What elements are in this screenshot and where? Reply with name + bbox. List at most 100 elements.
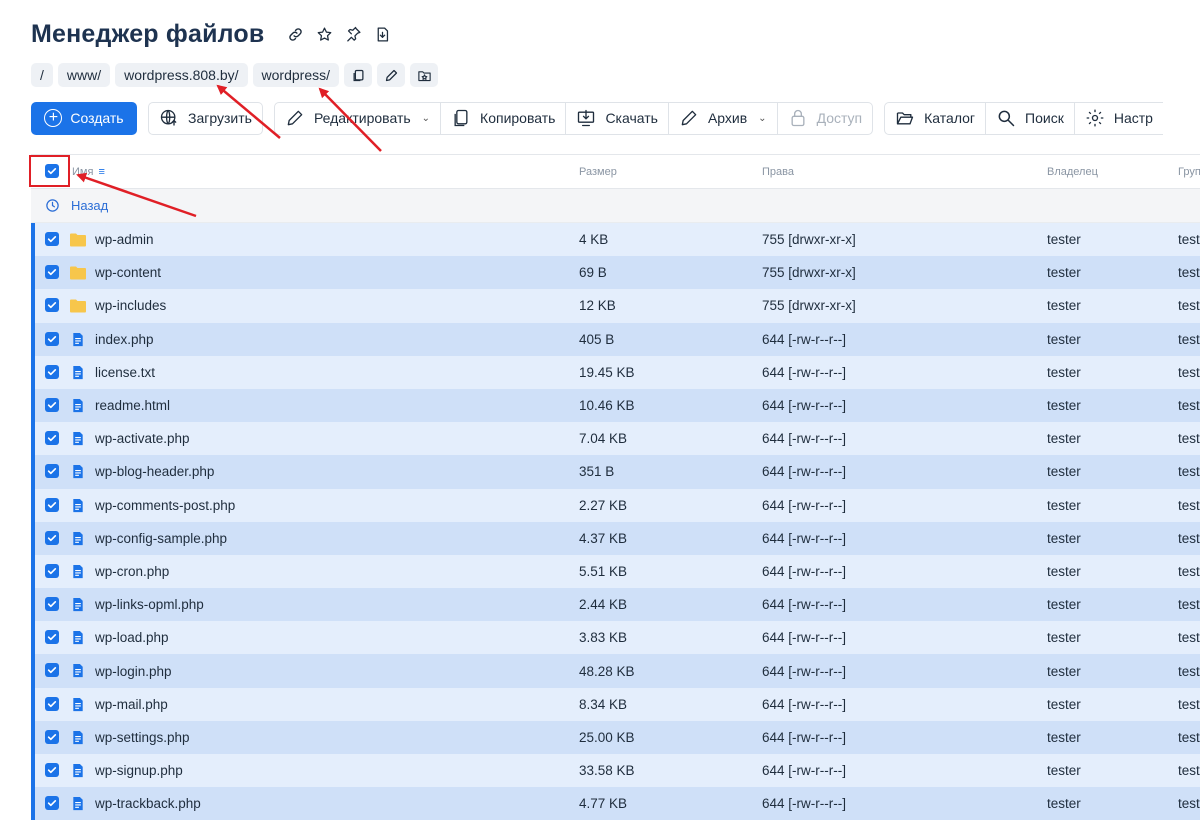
file-perms[interactable]: 644 [-rw-r--r--] — [762, 688, 846, 721]
file-perms[interactable]: 644 [-rw-r--r--] — [762, 754, 846, 787]
column-perms[interactable]: Права — [762, 155, 794, 188]
star-icon[interactable] — [315, 25, 334, 44]
link-icon[interactable] — [286, 25, 305, 44]
table-row[interactable]: wp-admin 4 KB 755 [drwxr-xr-x] tester test — [31, 223, 1200, 257]
file-name[interactable]: wp-signup.php — [95, 754, 183, 787]
table-row[interactable]: wp-login.php 48.28 KB 644 [-rw-r--r--] test… — [31, 654, 1200, 688]
row-checkbox[interactable] — [45, 497, 59, 512]
create-button[interactable]: + Создать — [31, 101, 137, 135]
table-row[interactable]: wp-links-opml.php 2.44 KB 644 [-rw-r--r--]… — [31, 588, 1200, 622]
edit-path-button[interactable] — [377, 63, 405, 87]
table-row[interactable]: readme.html 10.46 KB 644 [-rw-r--r--] teste… — [31, 388, 1200, 423]
file-name[interactable]: wp-cron.php — [95, 555, 169, 588]
column-owner[interactable]: Владелец — [1047, 155, 1098, 188]
copy-path-button[interactable] — [344, 63, 372, 87]
row-checkbox[interactable] — [45, 630, 59, 645]
row-checkbox[interactable] — [45, 364, 59, 379]
back-row[interactable]: Назад — [31, 189, 1200, 223]
column-group[interactable]: Груп — [1178, 155, 1200, 188]
doc-download-icon[interactable] — [373, 25, 392, 44]
row-checkbox[interactable] — [45, 563, 59, 578]
row-checkbox[interactable] — [45, 663, 59, 678]
file-perms[interactable]: 755 [drwxr-xr-x] — [762, 223, 856, 256]
favorite-path-button[interactable] — [410, 63, 438, 87]
file-perms[interactable]: 644 [-rw-r--r--] — [762, 721, 846, 754]
row-checkbox[interactable] — [45, 763, 59, 777]
table-row[interactable]: wp-blog-header.php 351 B 644 [-rw-r--r--] t… — [31, 455, 1200, 489]
table-row[interactable]: wp-signup.php 33.58 KB 644 [-rw-r--r--] tes… — [31, 754, 1200, 788]
row-checkbox[interactable] — [45, 331, 59, 346]
file-perms[interactable]: 644 [-rw-r--r--] — [762, 489, 846, 522]
copy-button[interactable]: Копировать — [440, 102, 565, 134]
table-row[interactable]: wp-comments-post.php 2.27 KB 644 [-rw-r--r… — [31, 488, 1200, 522]
table-row[interactable]: wp-settings.php 25.00 KB 644 [-rw-r--r--] t… — [31, 720, 1200, 754]
file-perms[interactable]: 644 [-rw-r--r--] — [762, 588, 846, 621]
table-row[interactable]: wp-mail.php 8.34 KB 644 [-rw-r--r--] tester… — [31, 687, 1200, 721]
file-name[interactable]: wp-settings.php — [95, 721, 190, 754]
file-perms[interactable]: 644 [-rw-r--r--] — [762, 555, 846, 588]
file-perms[interactable]: 644 [-rw-r--r--] — [762, 522, 846, 555]
file-name[interactable]: license.txt — [95, 356, 155, 389]
file-name[interactable]: index.php — [95, 323, 154, 356]
file-name[interactable]: wp-activate.php — [95, 422, 190, 455]
table-row[interactable]: wp-content 69 B 755 [drwxr-xr-x] tester test — [31, 256, 1200, 290]
catalog-button[interactable]: Каталог — [885, 103, 985, 134]
file-name[interactable]: wp-blog-header.php — [95, 455, 214, 488]
file-name[interactable]: readme.html — [95, 389, 170, 422]
row-checkbox[interactable] — [45, 796, 59, 811]
row-checkbox[interactable] — [45, 597, 59, 612]
access-button[interactable]: Доступ — [776, 102, 873, 134]
table-row[interactable]: wp-load.php 3.83 KB 644 [-rw-r--r--] tester… — [31, 621, 1200, 655]
file-name[interactable]: wp-mail.php — [95, 688, 168, 721]
row-checkbox[interactable] — [45, 464, 59, 479]
pin-icon[interactable] — [344, 25, 363, 44]
row-checkbox[interactable] — [45, 397, 59, 412]
column-size[interactable]: Размер — [579, 155, 617, 188]
file-name[interactable]: wp-content — [95, 256, 161, 289]
breadcrumb-domain[interactable]: wordpress.808.by/ — [115, 63, 248, 87]
settings-button[interactable]: Настр — [1073, 102, 1163, 134]
file-perms[interactable]: 644 [-rw-r--r--] — [762, 654, 846, 687]
file-name[interactable]: wp-comments-post.php — [95, 489, 235, 522]
search-button[interactable]: Поиск — [985, 102, 1074, 134]
row-checkbox[interactable] — [45, 729, 59, 744]
download-button[interactable]: Скачать — [565, 102, 668, 134]
file-perms[interactable]: 755 [drwxr-xr-x] — [762, 289, 856, 322]
archive-button[interactable]: Архив ⌄ — [667, 102, 777, 134]
file-name[interactable]: wp-load.php — [95, 621, 169, 654]
file-name[interactable]: wp-config-sample.php — [95, 522, 227, 555]
table-row[interactable]: wp-includes 12 KB 755 [drwxr-xr-x] tester te… — [31, 289, 1200, 323]
file-name[interactable]: wp-includes — [95, 289, 166, 322]
row-checkbox[interactable] — [45, 265, 59, 280]
table-row[interactable]: wp-config-sample.php 4.37 KB 644 [-rw-r--r… — [31, 521, 1200, 555]
file-perms[interactable]: 644 [-rw-r--r--] — [762, 787, 846, 820]
table-row[interactable]: index.php 405 B 644 [-rw-r--r--] tester test — [31, 322, 1200, 356]
file-name[interactable]: wp-login.php — [95, 654, 172, 687]
table-row[interactable]: wp-trackback.php 4.77 KB 644 [-rw-r--r--] t… — [31, 787, 1200, 820]
table-row[interactable]: wp-activate.php 7.04 KB 644 [-rw-r--r--] te… — [31, 422, 1200, 456]
row-checkbox[interactable] — [45, 431, 59, 446]
file-perms[interactable]: 644 [-rw-r--r--] — [762, 455, 846, 488]
file-perms[interactable]: 644 [-rw-r--r--] — [762, 422, 846, 455]
column-name[interactable]: Имя ≡ — [72, 155, 105, 188]
file-perms[interactable]: 755 [drwxr-xr-x] — [762, 256, 856, 289]
breadcrumb-wordpress[interactable]: wordpress/ — [252, 63, 339, 87]
back-link[interactable]: Назад — [45, 189, 108, 222]
file-perms[interactable]: 644 [-rw-r--r--] — [762, 389, 846, 422]
row-checkbox[interactable] — [45, 530, 59, 545]
row-checkbox[interactable] — [45, 232, 59, 246]
edit-button[interactable]: Редактировать ⌄ — [275, 103, 440, 134]
breadcrumb-www[interactable]: www/ — [57, 63, 111, 87]
upload-button[interactable]: Загрузить — [149, 103, 262, 134]
file-perms[interactable]: 644 [-rw-r--r--] — [762, 356, 846, 389]
file-name[interactable]: wp-trackback.php — [95, 787, 201, 820]
row-checkbox[interactable] — [45, 298, 59, 313]
table-row[interactable]: license.txt 19.45 KB 644 [-rw-r--r--] teste… — [31, 355, 1200, 389]
file-name[interactable]: wp-admin — [95, 223, 154, 256]
file-perms[interactable]: 644 [-rw-r--r--] — [762, 621, 846, 654]
breadcrumb-root[interactable]: / — [31, 63, 53, 87]
file-name[interactable]: wp-links-opml.php — [95, 588, 204, 621]
file-perms[interactable]: 644 [-rw-r--r--] — [762, 323, 846, 356]
row-checkbox[interactable] — [45, 696, 59, 711]
table-row[interactable]: wp-cron.php 5.51 KB 644 [-rw-r--r--] tester… — [31, 554, 1200, 589]
